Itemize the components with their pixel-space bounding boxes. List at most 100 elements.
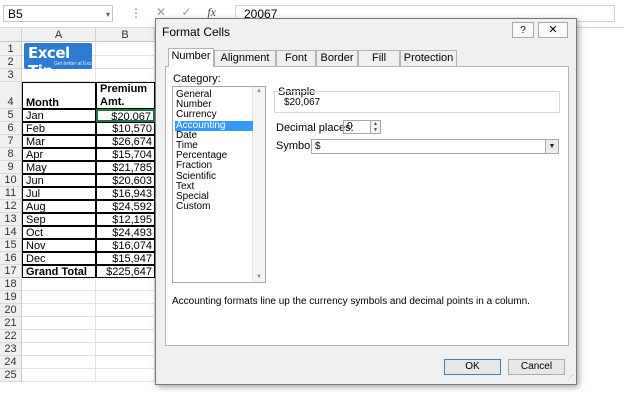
- month-cell[interactable]: Aug: [22, 200, 96, 213]
- empty-cell[interactable]: [96, 42, 155, 56]
- month-cell[interactable]: May: [22, 161, 96, 174]
- empty-cell[interactable]: [96, 343, 155, 356]
- month-cell[interactable]: Nov: [22, 239, 96, 252]
- empty-cell[interactable]: [96, 56, 155, 69]
- grand-total-label-cell[interactable]: Grand Total: [22, 265, 96, 278]
- grand-total-amount-cell[interactable]: $225,647: [96, 265, 155, 278]
- row-header[interactable]: 20: [0, 304, 22, 317]
- amount-cell[interactable]: $15,947: [96, 252, 155, 265]
- row-header[interactable]: 8: [0, 148, 22, 161]
- chevron-down-icon[interactable]: ▾: [106, 6, 110, 23]
- row-header[interactable]: 15: [0, 239, 22, 252]
- category-item-fraction[interactable]: Fraction: [175, 161, 253, 171]
- amount-cell[interactable]: $12,195: [96, 213, 155, 226]
- spin-down-icon[interactable]: ▼: [371, 127, 380, 133]
- name-box[interactable]: B5 ▾: [3, 5, 113, 22]
- month-cell[interactable]: Apr: [22, 148, 96, 161]
- row-header[interactable]: 7: [0, 135, 22, 148]
- month-header-cell[interactable]: Month: [22, 82, 96, 109]
- empty-cell[interactable]: [96, 317, 155, 330]
- row-header[interactable]: 16: [0, 252, 22, 265]
- row-header[interactable]: 23: [0, 343, 22, 356]
- chevron-down-icon[interactable]: ▼: [545, 140, 558, 153]
- empty-cell[interactable]: [96, 356, 155, 369]
- empty-cell[interactable]: [96, 304, 155, 317]
- empty-cell[interactable]: [22, 317, 96, 330]
- category-item-currency[interactable]: Currency: [175, 110, 253, 120]
- column-header-a[interactable]: A: [22, 28, 96, 42]
- cancel-button[interactable]: Cancel: [508, 359, 565, 375]
- month-cell[interactable]: Feb: [22, 122, 96, 135]
- amount-cell[interactable]: $24,592: [96, 200, 155, 213]
- scroll-up-icon[interactable]: ▲: [253, 88, 265, 94]
- resize-grip-icon[interactable]: ⋰: [567, 374, 574, 382]
- row-header[interactable]: 13: [0, 213, 22, 226]
- tab-alignment[interactable]: Alignment: [214, 50, 276, 66]
- amount-cell[interactable]: $24,493: [96, 226, 155, 239]
- row-header[interactable]: 9: [0, 161, 22, 174]
- help-button[interactable]: ?: [512, 22, 534, 38]
- category-list[interactable]: ▲ ▼ General Number Currency Accounting Date T…: [172, 86, 266, 283]
- select-all-corner[interactable]: [0, 28, 22, 42]
- amount-cell[interactable]: $16,943: [96, 187, 155, 200]
- row-header[interactable]: 3: [0, 69, 22, 82]
- tab-border[interactable]: Border: [316, 50, 358, 66]
- month-cell[interactable]: Sep: [22, 213, 96, 226]
- row-header[interactable]: 4: [0, 82, 22, 109]
- row-header[interactable]: 2: [0, 56, 22, 69]
- empty-cell[interactable]: [96, 369, 155, 382]
- close-button[interactable]: ✕: [538, 22, 568, 38]
- month-cell[interactable]: Jun: [22, 174, 96, 187]
- empty-cell[interactable]: [96, 69, 155, 82]
- row-header[interactable]: 1: [0, 42, 22, 56]
- month-cell[interactable]: Jul: [22, 187, 96, 200]
- tab-font[interactable]: Font: [276, 50, 316, 66]
- empty-cell[interactable]: [96, 330, 155, 343]
- amount-cell[interactable]: $16,074: [96, 239, 155, 252]
- empty-cell[interactable]: [96, 291, 155, 304]
- row-header[interactable]: 18: [0, 278, 22, 291]
- empty-cell[interactable]: [22, 330, 96, 343]
- tab-fill[interactable]: Fill: [358, 50, 400, 66]
- active-cell[interactable]: $20,067: [96, 109, 155, 122]
- decimal-places-spinner[interactable]: 0 ▲ ▼: [343, 120, 381, 134]
- spinner-buttons[interactable]: ▲ ▼: [370, 120, 381, 134]
- row-header[interactable]: 11: [0, 187, 22, 200]
- scroll-down-icon[interactable]: ▼: [253, 274, 265, 280]
- month-cell[interactable]: Jan: [22, 109, 96, 122]
- empty-cell[interactable]: [22, 291, 96, 304]
- ok-button[interactable]: OK: [444, 359, 501, 375]
- empty-cell[interactable]: [22, 356, 96, 369]
- category-scrollbar[interactable]: ▲ ▼: [252, 87, 265, 282]
- column-header-b[interactable]: B: [96, 28, 155, 42]
- amount-cell[interactable]: $10,570: [96, 122, 155, 135]
- empty-cell[interactable]: [96, 278, 155, 291]
- month-cell[interactable]: Dec: [22, 252, 96, 265]
- amount-cell[interactable]: $20,603: [96, 174, 155, 187]
- row-header[interactable]: 25: [0, 369, 22, 382]
- empty-cell[interactable]: [22, 304, 96, 317]
- row-header[interactable]: 21: [0, 317, 22, 330]
- month-cell[interactable]: Mar: [22, 135, 96, 148]
- row-header[interactable]: 14: [0, 226, 22, 239]
- row-header[interactable]: 10: [0, 174, 22, 187]
- amount-header-cell[interactable]: Premium Amt.: [96, 82, 155, 109]
- row-header[interactable]: 17: [0, 265, 22, 278]
- category-item-custom[interactable]: Custom: [175, 202, 253, 212]
- row-header[interactable]: 22: [0, 330, 22, 343]
- tab-number[interactable]: Number: [168, 48, 214, 67]
- enter-icon[interactable]: ✓: [175, 5, 197, 19]
- empty-cell[interactable]: [22, 343, 96, 356]
- symbol-select[interactable]: $ ▼: [311, 139, 559, 154]
- row-header[interactable]: 19: [0, 291, 22, 304]
- amount-cell[interactable]: $15,704: [96, 148, 155, 161]
- amount-cell[interactable]: $26,674: [96, 135, 155, 148]
- month-cell[interactable]: Oct: [22, 226, 96, 239]
- row-header[interactable]: 6: [0, 122, 22, 135]
- row-header[interactable]: 24: [0, 356, 22, 369]
- tab-protection[interactable]: Protection: [400, 50, 457, 66]
- row-header[interactable]: 12: [0, 200, 22, 213]
- empty-cell[interactable]: [22, 369, 96, 382]
- empty-cell[interactable]: [22, 278, 96, 291]
- row-header[interactable]: 5: [0, 109, 22, 122]
